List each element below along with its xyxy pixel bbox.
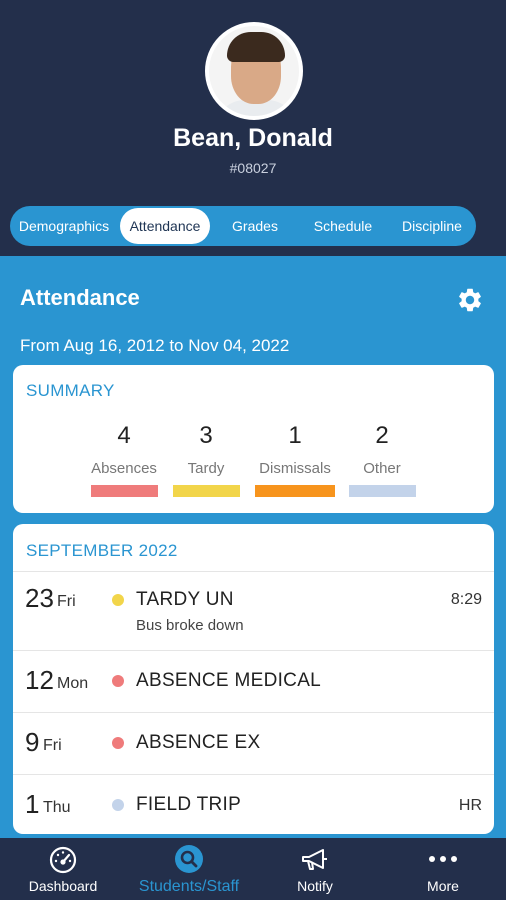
attendance-entry[interactable]: 23 Fri TARDY UN Bus broke down 8:29 — [13, 571, 494, 650]
tab-discipline[interactable]: Discipline — [390, 208, 474, 244]
month-heading: SEPTEMBER 2022 — [26, 541, 178, 560]
search-icon — [175, 845, 203, 873]
stat-color-bar — [172, 485, 240, 497]
attendance-entry[interactable]: 1 Thu FIELD TRIP HR — [13, 774, 494, 834]
student-header: Bean, Donald #08027 Demographics Attenda… — [0, 0, 506, 256]
stat-count: 2 — [375, 422, 389, 449]
entry-period: HR — [458, 797, 482, 814]
nav-label: Notify — [297, 878, 333, 894]
summary-heading: SUMMARY — [26, 381, 115, 400]
student-avatar — [205, 22, 303, 120]
student-name: Bean, Donald — [173, 124, 333, 152]
stat-label: Dismissals — [259, 460, 331, 477]
month-card: SEPTEMBER 2022 23 Fri TARDY UN Bus broke… — [13, 524, 494, 834]
entry-code: TARDY UN — [136, 589, 234, 610]
status-dot — [112, 799, 124, 811]
nav-label: Dashboard — [28, 878, 98, 894]
stat-label: Absences — [91, 460, 157, 477]
tab-schedule[interactable]: Schedule — [301, 208, 385, 244]
more-dots-icon — [429, 856, 457, 862]
tab-attendance[interactable]: Attendance — [120, 208, 210, 244]
entry-day: 9 — [25, 727, 40, 757]
nav-dashboard[interactable]: Dashboard — [0, 838, 126, 900]
status-dot — [112, 737, 124, 749]
entry-note: Bus broke down — [136, 617, 244, 634]
stat-count: 3 — [199, 422, 213, 449]
attendance-entry[interactable]: 12 Mon ABSENCE MEDICAL — [13, 650, 494, 712]
stat-dismissals[interactable]: 1 Dismissals — [252, 422, 338, 497]
nav-label: Students/Staff — [138, 878, 240, 895]
entry-time: 8:29 — [450, 591, 482, 608]
entry-code: FIELD TRIP — [136, 794, 242, 815]
nav-more[interactable]: More — [380, 838, 506, 900]
dashboard-gauge-icon — [49, 846, 77, 874]
stat-tardy[interactable]: 3 Tardy — [171, 422, 241, 497]
entry-code: ABSENCE MEDICAL — [136, 670, 322, 691]
tab-grades[interactable]: Grades — [213, 208, 297, 244]
stat-count: 1 — [288, 422, 302, 449]
stat-label: Tardy — [187, 460, 225, 477]
entry-day: 23 — [25, 583, 54, 613]
attendance-entry[interactable]: 9 Fri ABSENCE EX — [13, 712, 494, 774]
date-range: From Aug 16, 2012 to Nov 04, 2022 — [20, 336, 290, 355]
gear-icon[interactable] — [456, 286, 484, 314]
stat-color-bar — [90, 485, 158, 497]
stat-count: 4 — [117, 422, 131, 449]
bottom-nav: Dashboard Students/Staff Notify More — [0, 838, 506, 900]
entry-day: 12 — [25, 665, 54, 695]
stat-other[interactable]: 2 Other — [347, 422, 417, 497]
stat-label: Other — [363, 460, 401, 477]
nav-notify[interactable]: Notify — [252, 838, 378, 900]
summary-card: SUMMARY 4 Absences 3 Tardy 1 Dismissals … — [13, 365, 494, 513]
attendance-title: Attendance — [20, 285, 140, 310]
stat-absences[interactable]: 4 Absences — [89, 422, 159, 497]
entry-weekday: Thu — [43, 799, 71, 816]
profile-tabs: Demographics Attendance Grades Schedule … — [10, 206, 476, 246]
megaphone-icon — [302, 849, 327, 870]
tab-demographics[interactable]: Demographics — [10, 208, 118, 244]
status-dot — [112, 594, 124, 606]
status-dot — [112, 675, 124, 687]
entry-weekday: Fri — [43, 737, 62, 754]
nav-label: More — [427, 878, 459, 894]
entry-code: ABSENCE EX — [136, 732, 261, 753]
entry-day: 1 — [25, 789, 40, 819]
stat-color-bar — [348, 485, 416, 497]
entry-weekday: Mon — [57, 675, 89, 692]
stat-color-bar — [255, 485, 335, 497]
entry-weekday: Fri — [57, 593, 76, 610]
student-id: #08027 — [229, 160, 277, 176]
nav-students-staff[interactable]: Students/Staff — [126, 838, 252, 900]
